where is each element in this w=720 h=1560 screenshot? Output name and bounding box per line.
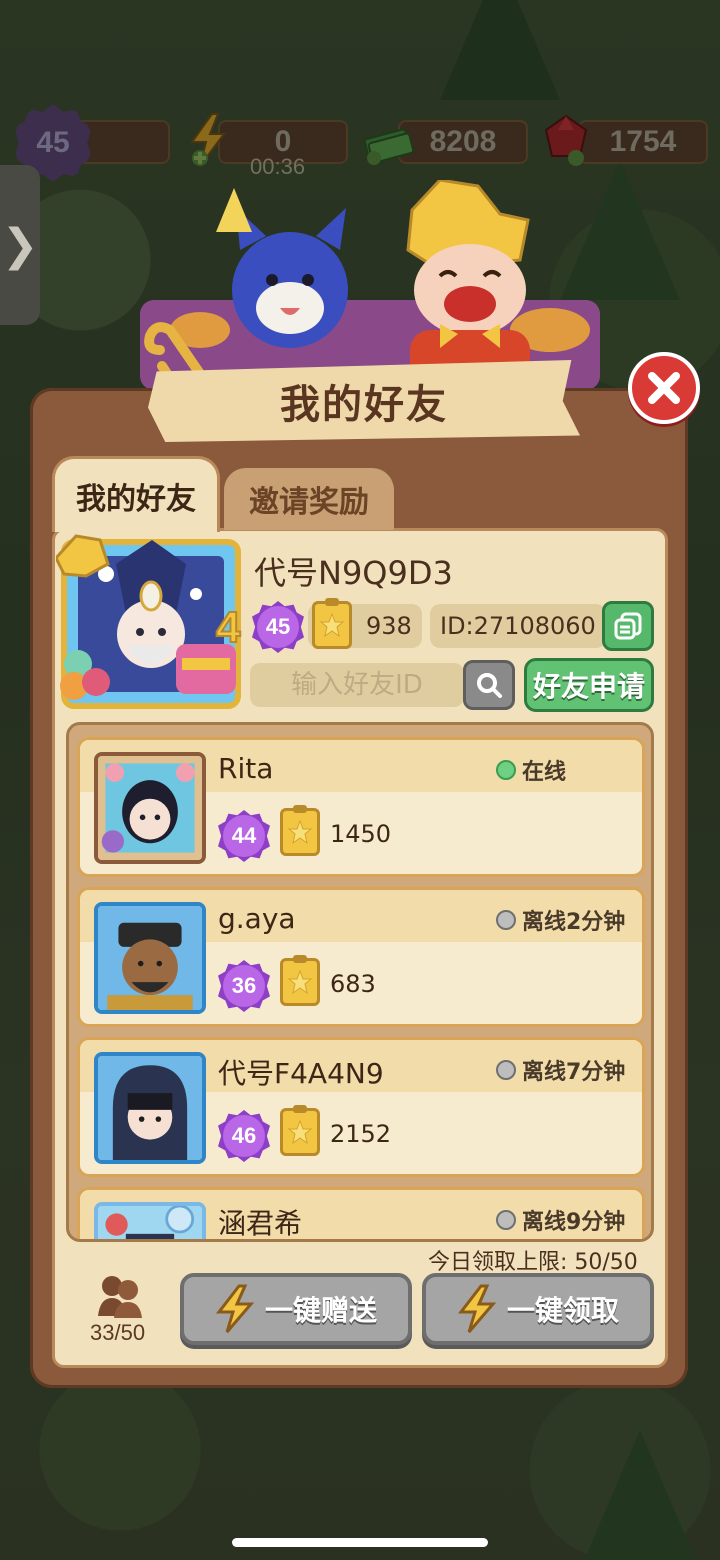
friend-level-badge: 36 <box>218 960 270 1012</box>
energy-bolt-icon <box>457 1284 497 1333</box>
energy-timer: 00:36 <box>250 154 306 179</box>
friend-status-text: 离线7分钟 <box>522 1060 626 1085</box>
friend-count: 33/50 <box>90 1320 146 1345</box>
offline-status-dot <box>496 910 516 930</box>
my-score: 938 <box>366 612 412 640</box>
friend-status: 离线2分钟 <box>496 904 625 936</box>
tab-invite-rewards[interactable]: 邀请奖励 <box>224 468 394 530</box>
friend-avatar <box>94 752 206 864</box>
friend-name: 代号F4A4N9 <box>218 1057 384 1090</box>
friend-status-text: 离线2分钟 <box>522 910 626 935</box>
friend-status: 离线9分钟 <box>496 1204 625 1236</box>
friend-row[interactable]: g.aya 离线2分钟 36 683 <box>77 887 645 1027</box>
friend-status-text: 离线9分钟 <box>522 1210 626 1235</box>
send-all-button[interactable]: 一键赠送 <box>180 1273 412 1345</box>
cash-counter: 8208 <box>398 120 528 164</box>
background-tree <box>440 0 560 100</box>
side-panel-toggle[interactable]: ❯ <box>0 165 40 325</box>
friend-level-badge: 46 <box>218 1110 270 1162</box>
claim-all-label: 一键领取 <box>506 1294 619 1327</box>
friend-status: 离线7分钟 <box>496 1054 625 1086</box>
friend-name: g.aya <box>218 902 296 935</box>
daily-claim-limit: 今日领取上限: 50/50 <box>428 1250 638 1275</box>
clipboard-star-icon <box>280 805 320 856</box>
friends-group-icon <box>98 1276 142 1318</box>
online-status-dot <box>496 760 516 780</box>
friend-status: 在线 <box>496 754 566 786</box>
friend-name: 涵君希 <box>218 1207 303 1240</box>
friend-score: 1450 <box>330 820 392 848</box>
birthday-number: 4 <box>216 603 241 652</box>
friend-row[interactable]: Rita 在线 44 1450 <box>77 737 645 877</box>
background-tree <box>580 1430 700 1560</box>
energy-bolt-icon <box>215 1284 255 1333</box>
offline-status-dot <box>496 1060 516 1080</box>
friend-status-text: 在线 <box>522 760 567 785</box>
friend-id-input[interactable] <box>250 663 464 707</box>
clipboard-star-icon <box>312 598 352 649</box>
friend-level-badge: 44 <box>218 810 270 862</box>
close-button[interactable] <box>628 352 700 424</box>
friend-request-button[interactable]: 好友申请 <box>524 658 654 712</box>
dialog-title: 我的好友 <box>280 382 448 428</box>
search-button[interactable] <box>463 660 515 710</box>
friend-score: 2152 <box>330 1120 392 1148</box>
friend-score: 683 <box>330 970 376 998</box>
copy-id-button[interactable] <box>602 601 654 651</box>
energy-bolt-icon[interactable] <box>186 112 230 168</box>
my-id-pill: ID:27108060 <box>430 604 606 648</box>
friend-avatar <box>94 1202 206 1239</box>
tab-my-friends[interactable]: 我的好友 <box>52 456 220 532</box>
friends-list[interactable]: Rita 在线 44 1450 g.aya 离线2分钟 36 683 代号F4A… <box>66 722 654 1242</box>
friend-row[interactable]: 代号F4A4N9 离线7分钟 46 2152 <box>77 1037 645 1177</box>
clipboard-star-icon <box>280 1105 320 1156</box>
clipboard-star-icon <box>280 955 320 1006</box>
ruby-gem-icon[interactable] <box>540 112 592 168</box>
friend-avatar <box>94 902 206 1014</box>
my-id: ID:27108060 <box>440 612 596 640</box>
my-avatar[interactable]: 4 <box>56 534 246 714</box>
offline-status-dot <box>496 1210 516 1230</box>
dialog-title-banner: 我的好友 <box>148 360 580 442</box>
home-indicator[interactable] <box>232 1538 488 1547</box>
friend-row[interactable]: 涵君希 离线9分钟 <box>77 1187 645 1240</box>
search-icon <box>477 673 502 698</box>
my-nickname: 代号N9Q9D3 <box>254 554 453 592</box>
gem-counter: 1754 <box>578 120 708 164</box>
claim-all-button[interactable]: 一键领取 <box>422 1273 654 1345</box>
friend-name: Rita <box>218 752 274 785</box>
friend-avatar <box>94 1052 206 1164</box>
copy-icon <box>614 612 642 640</box>
cash-stack-icon[interactable] <box>362 118 414 166</box>
send-all-label: 一键赠送 <box>264 1294 377 1327</box>
close-icon <box>648 372 680 404</box>
